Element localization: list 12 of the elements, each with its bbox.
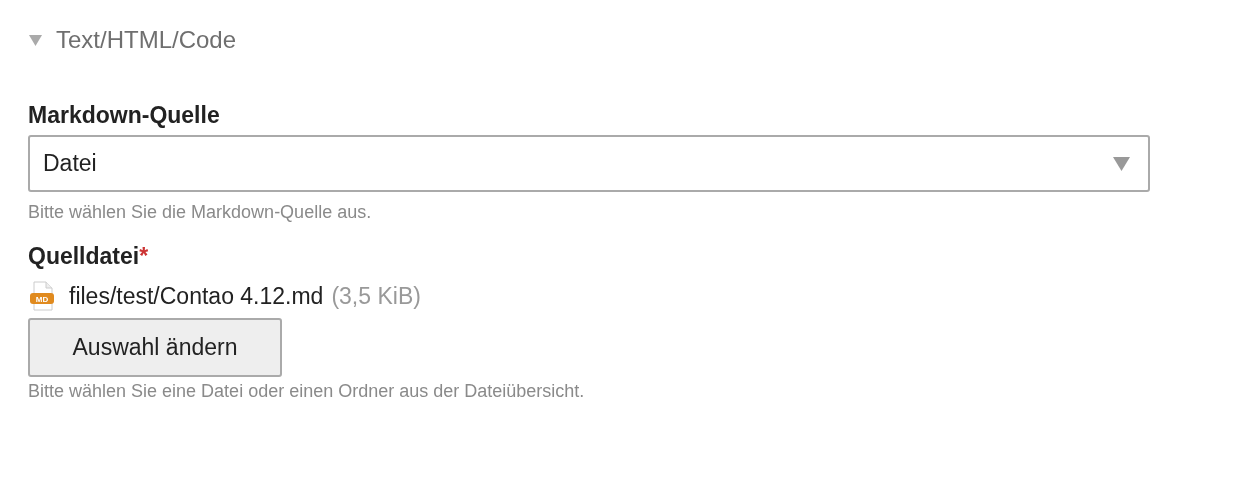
required-mark: * <box>139 243 149 270</box>
file-path: files/test/Contao 4.12.md <box>69 282 324 310</box>
section-title[interactable]: Text/HTML/Code <box>56 26 237 54</box>
field-hint: Bitte wählen Sie die Markdown-Quelle aus. <box>28 202 373 223</box>
change-selection-button[interactable]: Auswahl ändern <box>28 318 282 377</box>
field-label: Quelldatei <box>28 243 140 270</box>
dropdown-arrow-icon <box>1113 156 1130 171</box>
caret-icon[interactable] <box>29 34 42 46</box>
select-field[interactable]: Datei <box>28 135 1150 192</box>
file-size: (3,5 KiB) <box>331 282 421 310</box>
field-label: Markdown-Quelle <box>28 102 220 129</box>
field-hint: Bitte wählen Sie eine Datei oder einen Ordner aus der Dateiübersicht. <box>28 381 586 402</box>
